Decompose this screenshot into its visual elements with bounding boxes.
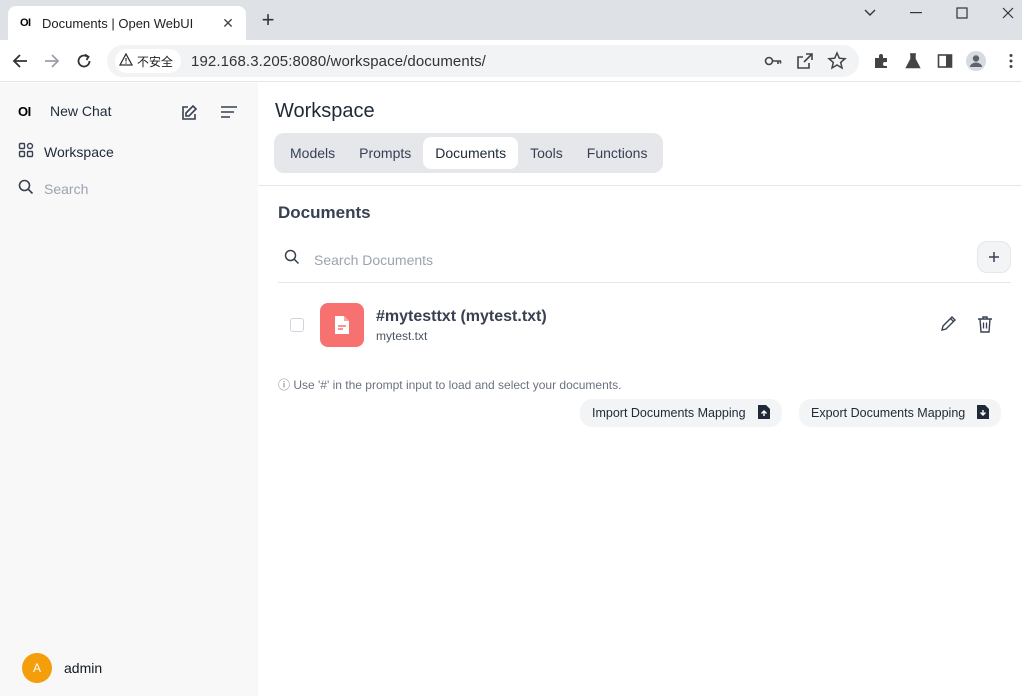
sidebar-item-workspace[interactable]: Workspace [18,142,114,161]
trash-icon[interactable] [977,315,993,338]
edit-pencil-square-icon[interactable] [180,104,198,125]
tab-functions[interactable]: Functions [575,137,660,169]
bookmark-star-icon[interactable] [827,51,847,76]
forward-arrow-icon[interactable] [41,50,63,72]
page-title: Workspace [275,100,375,122]
tab-models[interactable]: Models [278,137,347,169]
section-title: Documents [278,203,371,222]
tab-favicon: OI [20,17,31,29]
workspace-grid-icon [18,142,34,161]
side-panel-icon[interactable] [934,50,956,72]
extensions-puzzle-icon[interactable] [870,50,892,72]
usage-hint: ⓘ Use '#' in the prompt input to load an… [278,378,622,392]
header-divider [258,185,1022,186]
tab-documents[interactable]: Documents [423,137,519,169]
new-tab-button[interactable]: + [258,9,278,31]
window-close-icon[interactable] [996,4,1020,22]
add-document-button[interactable] [977,241,1011,273]
minimize-icon[interactable] [904,4,928,22]
export-label: Export Documents Mapping [811,406,966,420]
tab-prompts[interactable]: Prompts [347,137,423,169]
documents-search-row [278,237,1011,283]
sidebar-item-label: Workspace [44,143,114,160]
more-vert-icon[interactable] [1000,50,1022,72]
new-chat-label[interactable]: New Chat [50,103,111,119]
sidebar-search[interactable]: Search [18,179,88,198]
security-label: 不安全 [137,54,174,69]
key-icon[interactable] [763,51,783,76]
browser-tab[interactable]: OI Documents | Open WebUI ✕ [8,6,246,40]
menu-lines-icon[interactable] [220,105,238,122]
browser-toolbar: 不安全 192.168.3.205:8080/workspace/documen… [0,40,1022,82]
back-arrow-icon[interactable] [9,50,31,72]
search-icon [284,249,300,270]
tab-title: Documents | Open WebUI [42,15,194,31]
chevron-down-icon[interactable] [858,4,882,22]
user-name[interactable]: admin [64,660,102,676]
document-filename: mytest.txt [376,328,428,343]
import-documents-mapping-button[interactable]: Import Documents Mapping [580,399,782,427]
sidebar-search-input[interactable]: Search [44,181,88,197]
document-checkbox[interactable] [290,318,304,332]
avatar[interactable]: A [22,653,52,683]
tab-tools[interactable]: Tools [518,137,575,169]
workspace-tabs: Models Prompts Documents Tools Functions [274,133,664,173]
browser-tab-strip: OI Documents | Open WebUI ✕ + [0,0,1022,40]
warning-icon [118,52,134,69]
url-text[interactable]: 192.168.3.205:8080/workspace/documents/ [191,53,486,70]
user-menu[interactable]: A admin [22,653,102,683]
labs-flask-icon[interactable] [902,50,924,72]
tab-close-icon[interactable]: ✕ [220,15,236,32]
edit-pencil-icon[interactable] [939,315,957,338]
import-label: Import Documents Mapping [592,406,746,420]
new-chat-row[interactable]: OI New Chat [18,103,244,122]
maximize-icon[interactable] [950,4,974,22]
export-documents-mapping-button[interactable]: Export Documents Mapping [799,399,1002,427]
profile-icon[interactable] [965,50,987,72]
openwebui-logo-icon: OI [18,103,31,119]
share-icon[interactable] [795,51,815,76]
main-content: Workspace Models Prompts Documents Tools… [258,83,1022,696]
address-bar[interactable]: 不安全 192.168.3.205:8080/workspace/documen… [107,45,859,77]
file-document-icon [320,303,364,347]
search-documents-input[interactable] [314,251,914,268]
security-chip[interactable]: 不安全 [115,49,182,73]
search-icon [18,179,34,198]
download-file-icon [977,404,990,422]
reload-icon[interactable] [73,50,95,72]
sidebar: OI New Chat Workspace Search A admin [0,83,258,696]
upload-file-icon [757,404,770,422]
document-row[interactable]: #mytesttxt (mytest.txt) mytest.txt [278,297,1011,353]
document-name: #mytesttxt (mytest.txt) [376,307,547,325]
